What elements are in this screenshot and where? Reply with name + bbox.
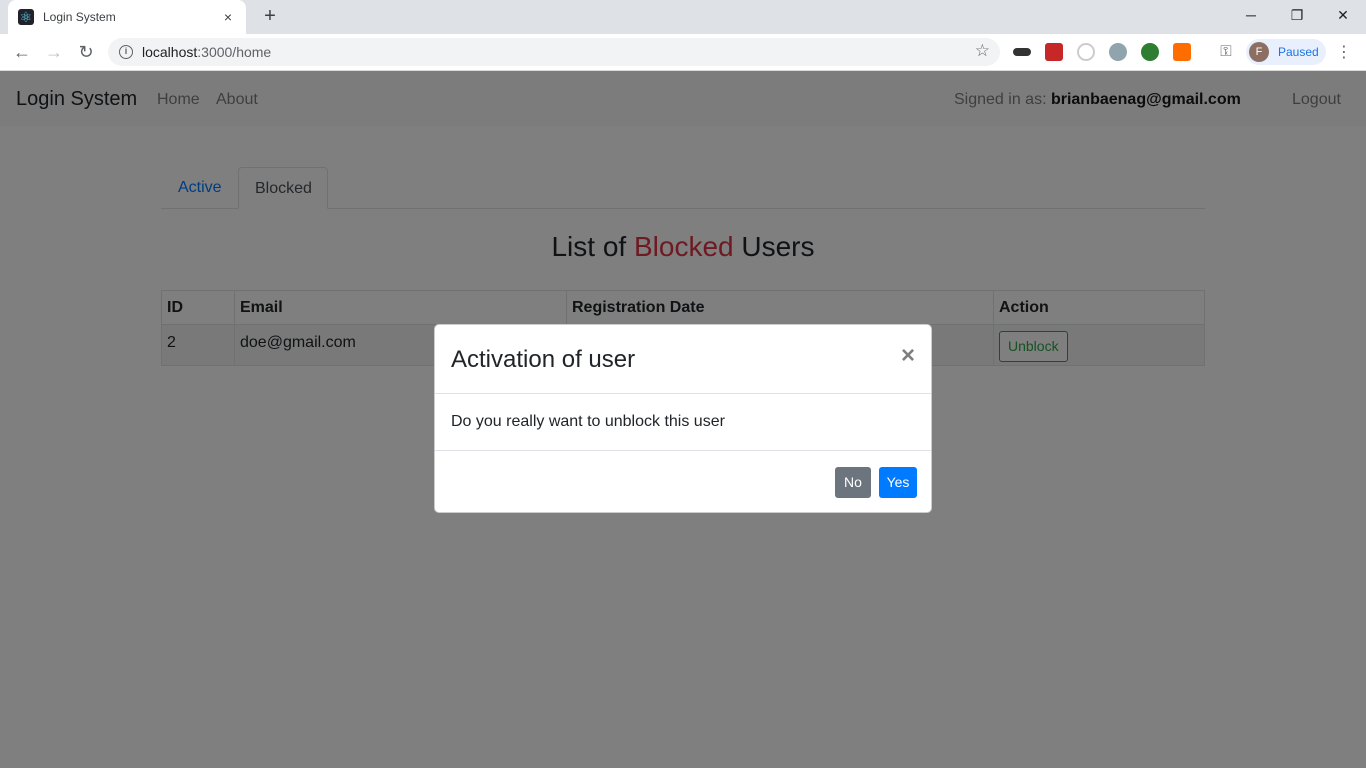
- window-close-icon[interactable]: ✕: [1320, 0, 1366, 32]
- browser-toolbar: ← → ↻ i localhost:3000/home ☆ ⚿ F Paused…: [0, 34, 1366, 71]
- extension-circle-icon[interactable]: [1077, 43, 1095, 61]
- minimize-icon[interactable]: ─: [1228, 0, 1274, 32]
- url-text[interactable]: localhost:3000/home: [142, 44, 271, 60]
- yes-button[interactable]: Yes: [879, 467, 917, 498]
- confirm-modal: Activation of user × Do you really want …: [434, 324, 932, 513]
- address-bar[interactable]: i localhost:3000/home ☆: [108, 38, 1000, 66]
- site-info-icon[interactable]: i: [119, 45, 133, 59]
- no-button[interactable]: No: [835, 467, 871, 498]
- modal-body: Do you really want to unblock this user: [435, 394, 931, 451]
- tab-title: Login System: [43, 10, 116, 24]
- extension-on-icon[interactable]: [1173, 43, 1191, 61]
- restore-icon[interactable]: ❐: [1274, 0, 1320, 32]
- forward-icon[interactable]: →: [42, 40, 66, 64]
- new-tab-icon[interactable]: +: [258, 5, 282, 29]
- profile-button[interactable]: F Paused: [1246, 39, 1326, 65]
- browser-tab[interactable]: ⚛ Login System ×: [8, 0, 246, 34]
- extension-mask-icon[interactable]: [1013, 48, 1031, 56]
- extension-pen-icon[interactable]: [1109, 43, 1127, 61]
- extension-globe-icon[interactable]: [1141, 43, 1159, 61]
- back-icon[interactable]: ←: [10, 40, 34, 64]
- reload-icon[interactable]: ↻: [74, 40, 98, 64]
- profile-status: Paused: [1278, 45, 1319, 59]
- browser-tabstrip: ⚛ Login System × + ─ ❐ ✕: [0, 0, 1366, 34]
- bookmark-star-icon[interactable]: ☆: [975, 41, 990, 61]
- close-icon[interactable]: ×: [901, 342, 915, 370]
- tab-close-icon[interactable]: ×: [220, 9, 236, 25]
- modal-header: Activation of user ×: [435, 325, 931, 394]
- modal-message: Do you really want to unblock this user: [451, 413, 725, 430]
- browser-menu-icon[interactable]: ⋮: [1336, 42, 1352, 62]
- react-icon: ⚛: [18, 8, 34, 25]
- extension-red-icon[interactable]: [1045, 43, 1063, 61]
- modal-footer: No Yes: [435, 451, 931, 513]
- modal-title: Activation of user: [451, 346, 636, 373]
- avatar: F: [1249, 42, 1269, 62]
- key-icon[interactable]: ⚿: [1214, 40, 1238, 64]
